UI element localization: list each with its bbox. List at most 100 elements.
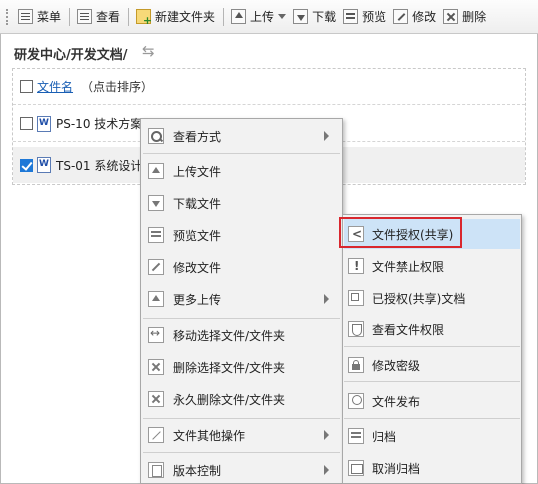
submenu-item-label: 取消归档	[372, 461, 421, 476]
menu-divider	[344, 346, 520, 347]
upload-icon	[231, 9, 247, 24]
menu-item-label: 删除选择文件/文件夹	[173, 360, 286, 375]
menu-item-preview-file[interactable]: 预览文件	[144, 220, 339, 250]
menu-item-label: 修改文件	[173, 260, 222, 275]
submenu-item-label: 已授权(共享)文档	[372, 291, 466, 306]
submenu-item-publish[interactable]: 文件发布	[344, 386, 520, 416]
submenu-item-label: 修改密级	[372, 358, 421, 373]
other-ops-icon	[148, 427, 164, 443]
delete-icon	[148, 359, 164, 375]
menu-item-label: 预览文件	[173, 228, 222, 243]
menu-item-label: 移动选择文件/文件夹	[173, 328, 286, 343]
menu-item-permanent-delete[interactable]: 永久删除文件/文件夹	[144, 384, 339, 414]
preview-icon	[343, 9, 359, 24]
row-checkbox[interactable]	[20, 158, 33, 172]
download-icon	[148, 195, 164, 211]
menu-item-more-upload[interactable]: 更多上传	[144, 284, 339, 314]
menu-item-download-file[interactable]: 下载文件	[144, 188, 339, 218]
modify-label: 修改	[412, 10, 437, 24]
submenu-item-view-permission[interactable]: 查看文件权限	[344, 314, 520, 344]
bulb-icon	[348, 393, 364, 409]
menu-item-modify-file[interactable]: 修改文件	[144, 252, 339, 282]
menu-divider	[143, 318, 340, 319]
permanent-delete-icon	[148, 391, 164, 407]
menu-item-label: 永久删除文件/文件夹	[173, 392, 286, 407]
select-all-checkbox[interactable]	[20, 80, 33, 93]
view-button[interactable]: 查看	[74, 5, 123, 29]
menu-item-label: 下载文件	[173, 196, 222, 211]
menu-item-label: 文件其他操作	[173, 428, 246, 443]
menu-button[interactable]: 菜单	[15, 5, 64, 29]
delete-button[interactable]: 删除	[440, 5, 489, 29]
upload-dropdown-icon[interactable]	[278, 14, 287, 19]
submenu-item-shared-docs[interactable]: 已授权(共享)文档	[344, 283, 520, 313]
menu-item-other-ops[interactable]: 文件其他操作	[144, 420, 339, 450]
new-folder-label: 新建文件夹	[155, 10, 216, 24]
modify-button[interactable]: 修改	[390, 5, 439, 29]
new-folder-button[interactable]: 新建文件夹	[133, 5, 218, 29]
preview-icon	[148, 227, 164, 243]
menu-item-label: 更多上传	[173, 292, 222, 307]
menu-item-label: 版本控制	[173, 463, 222, 478]
menu-item-delete[interactable]: 删除选择文件/文件夹	[144, 352, 339, 382]
edit-icon	[148, 259, 164, 275]
menu-divider	[143, 418, 340, 419]
delete-icon	[443, 9, 459, 24]
menu-icon	[18, 9, 33, 24]
submenu-item-modify-classification[interactable]: 修改密级	[344, 350, 520, 380]
view-label: 查看	[96, 10, 121, 24]
toolbar-grip	[6, 8, 10, 25]
chevron-right-icon	[324, 294, 329, 304]
search-icon	[148, 128, 164, 144]
edit-icon	[393, 9, 409, 24]
submenu-item-unarchive[interactable]: 取消归档	[344, 453, 520, 483]
upload-button[interactable]: 上传	[228, 5, 289, 29]
menu-divider	[344, 418, 520, 419]
word-doc-icon	[37, 157, 51, 173]
list-header: 文件名 （点击排序）	[13, 69, 525, 105]
download-button[interactable]: 下载	[290, 5, 339, 29]
submenu-item-forbid-permission[interactable]: 文件禁止权限	[344, 251, 520, 281]
menu-item-move[interactable]: 移动选择文件/文件夹	[144, 320, 339, 350]
file-name[interactable]: PS-10 技术方案	[56, 115, 142, 132]
menu-divider	[344, 381, 520, 382]
download-icon	[293, 9, 309, 24]
menu-divider	[143, 153, 340, 154]
breadcrumb: 研发中心/开发文档/	[14, 48, 128, 63]
toolbar-separator	[128, 7, 130, 26]
upload-label: 上传	[250, 10, 275, 24]
menu-item-view-mode[interactable]: 查看方式	[144, 121, 339, 151]
menu-item-version-control[interactable]: 版本控制	[144, 455, 339, 484]
upload-more-icon	[148, 291, 164, 307]
menu-item-label: 上传文件	[173, 164, 222, 179]
submenu-item-label: 文件发布	[372, 394, 421, 409]
submenu: 文件授权(共享) 文件禁止权限 已授权(共享)文档 查看文件权限 修改密级 文件…	[342, 214, 522, 484]
chevron-right-icon	[324, 131, 329, 141]
view-icon	[77, 9, 93, 24]
new-folder-icon	[136, 9, 152, 27]
refresh-icon[interactable]: ⇆	[142, 43, 158, 59]
chevron-right-icon	[324, 465, 329, 475]
menu-item-upload-file[interactable]: 上传文件	[144, 156, 339, 186]
context-menu: 查看方式 上传文件 下载文件 预览文件 修改文件 更多上传 移动选择文件/文件夹…	[140, 118, 343, 484]
toolbar: 菜单 查看 新建文件夹 上传 下载 预览 修改 删除	[0, 0, 538, 34]
preview-button[interactable]: 预览	[340, 5, 389, 29]
menu-divider	[143, 452, 340, 453]
shared-docs-icon	[348, 290, 364, 306]
submenu-item-label: 查看文件权限	[372, 322, 445, 337]
submenu-item-label: 归档	[372, 429, 397, 444]
upload-icon	[148, 163, 164, 179]
toolbar-separator	[223, 7, 225, 26]
submenu-item-archive[interactable]: 归档	[344, 421, 520, 451]
sort-hint: （点击排序）	[81, 80, 154, 94]
sort-by-name-link[interactable]: 文件名	[37, 78, 73, 95]
version-icon	[148, 462, 164, 478]
file-name[interactable]: TS-01 系统设计	[56, 157, 142, 174]
shield-icon	[348, 321, 364, 337]
delete-label: 删除	[462, 10, 487, 24]
word-doc-icon	[37, 115, 51, 132]
ban-icon	[348, 258, 364, 274]
move-icon	[148, 326, 164, 343]
download-label: 下载	[312, 10, 337, 24]
row-checkbox[interactable]	[20, 117, 33, 130]
